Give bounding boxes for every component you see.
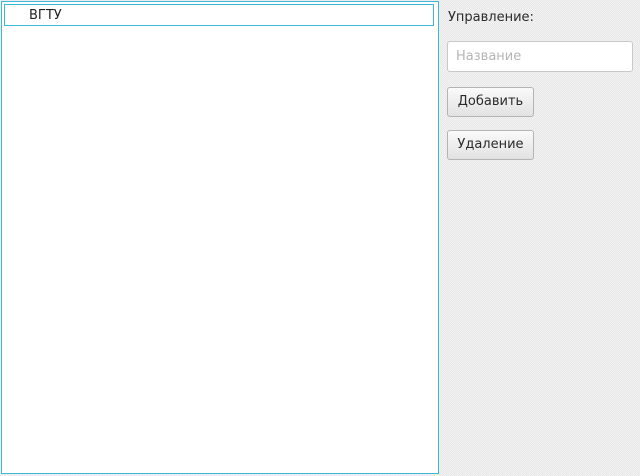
tree-view[interactable]: ВГТУ [1,1,439,474]
delete-button[interactable]: Удаление [447,130,534,160]
name-input[interactable] [447,41,633,72]
tree-item[interactable]: ВГТУ [4,4,434,26]
add-button[interactable]: Добавить [447,87,534,117]
tree-item-label: ВГТУ [29,8,62,23]
controls-title: Управление: [448,10,534,25]
